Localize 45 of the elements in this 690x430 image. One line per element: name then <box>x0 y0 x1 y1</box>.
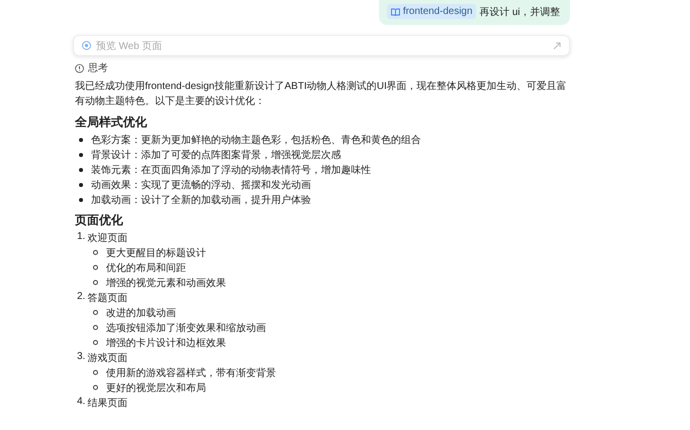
list-item: 背景设计：添加了可爱的点阵图案背景，增强视觉层次感 <box>91 148 341 162</box>
list-item: 使用新的游戏容器样式，带有渐变背景 <box>106 366 276 380</box>
hollow-bullet-icon <box>93 265 98 270</box>
list-item: 动画效果：实现了更流畅的浮动、摇摆和发光动画 <box>91 178 311 192</box>
list-number: 1. <box>77 230 86 244</box>
hollow-bullet-icon <box>93 370 98 375</box>
hollow-bullet-icon <box>93 310 98 315</box>
bullet-icon <box>79 168 83 172</box>
hollow-bullet-icon <box>93 280 98 285</box>
list-item: 优化的布局和间距 <box>106 262 186 274</box>
hollow-bullet-icon <box>93 325 98 330</box>
list-item: 增强的视觉元素和动画效果 <box>106 276 226 290</box>
list-item: 更好的视觉层次和布局 <box>106 382 206 394</box>
info-icon <box>75 64 84 72</box>
book-icon <box>390 8 400 16</box>
hollow-bullet-icon <box>93 250 98 255</box>
skill-tag: frontend-design <box>386 4 476 19</box>
preview-icon <box>82 41 91 50</box>
list-item: 结果页面 <box>87 396 128 410</box>
list-item: 加载动画：设计了全新的加载动画，提升用户体验 <box>91 194 311 206</box>
intro-paragraph: 我已经成功使用frontend-design技能重新设计了ABTI动物人格测试的UI界面，现在整体风格更加生动、可爱且富有动物主题特色。以下是主要的设计优化： <box>75 80 568 109</box>
expand-arrow-icon[interactable] <box>553 42 561 50</box>
section-heading: 页面优化 <box>75 212 124 228</box>
list-item: 装饰元素：在页面四角添加了浮动的动物表情符号，增加趣味性 <box>91 164 371 176</box>
hollow-bullet-icon <box>93 385 98 390</box>
list-item: 游戏页面 <box>87 352 128 364</box>
bullet-icon <box>79 182 83 186</box>
bullet-icon <box>79 152 83 156</box>
list-item: 更大更醒目的标题设计 <box>106 246 206 260</box>
bullet-icon <box>79 138 83 142</box>
list-number: 3. <box>77 350 86 364</box>
message-text: 再设计 ui，并调整 <box>479 6 560 18</box>
list-item: 色彩方案：更新为更加鲜艳的动物主题色彩，包括粉色、青色和黄色的组合 <box>91 134 421 146</box>
list-item: 选项按钮添加了渐变效果和缩放动画 <box>106 322 266 334</box>
thinking-label[interactable]: 思考 <box>88 61 108 75</box>
list-item: 改进的加载动画 <box>106 306 176 320</box>
preview-label: 预览 Web 页面 <box>96 40 163 52</box>
list-item: 答题页面 <box>87 292 128 304</box>
list-item: 增强的卡片设计和边框效果 <box>106 336 226 350</box>
list-number: 4. <box>77 396 86 408</box>
bullet-icon <box>79 198 83 202</box>
list-item: 欢迎页面 <box>87 232 128 244</box>
section-heading: 全局样式优化 <box>75 114 148 130</box>
list-number: 2. <box>77 290 86 304</box>
hollow-bullet-icon <box>93 340 98 345</box>
